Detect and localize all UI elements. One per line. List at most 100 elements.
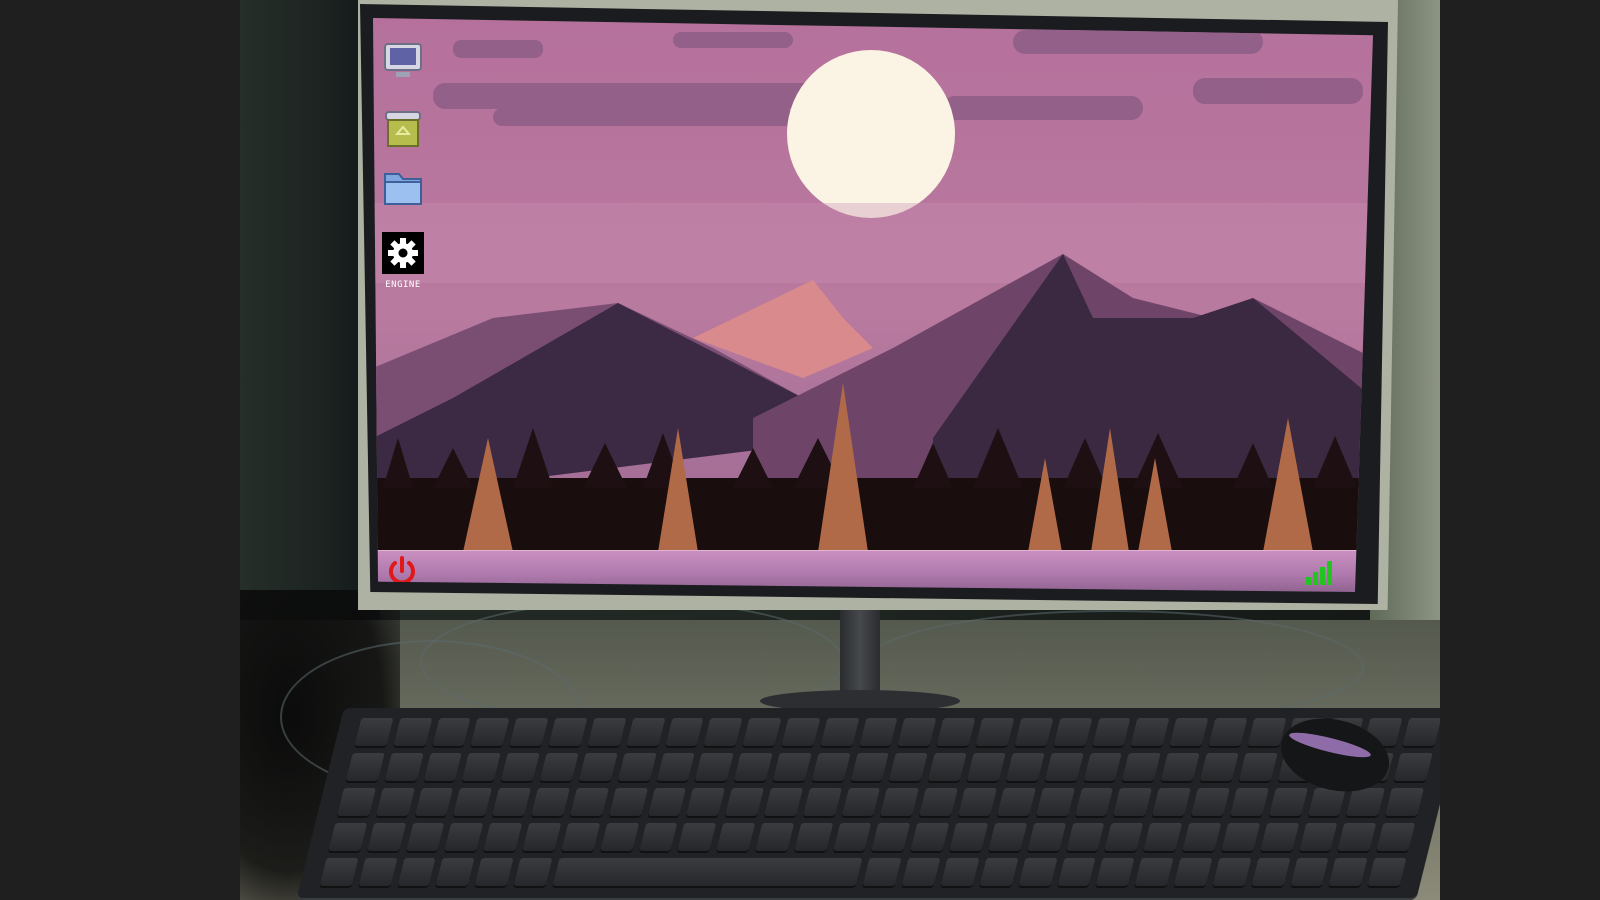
- keyboard-key: [638, 823, 678, 851]
- keyboard-key: [1199, 753, 1239, 781]
- keyboard-key: [716, 823, 756, 851]
- signal-bars-icon[interactable]: [1305, 561, 1333, 585]
- keyboard-key: [1027, 823, 1066, 851]
- keyboard-key: [1053, 718, 1093, 746]
- keyboard-key: [1083, 753, 1123, 781]
- keyboard-key: [600, 823, 639, 851]
- keyboard-key: [483, 823, 523, 851]
- keyboard-key: [358, 858, 398, 886]
- keyboard-key: [1122, 753, 1161, 781]
- keyboard-key: [1113, 788, 1153, 816]
- keyboard-key: [1376, 823, 1416, 851]
- keyboard-key: [470, 718, 510, 746]
- keyboard-key: [319, 858, 359, 886]
- keyboard-key: [548, 718, 588, 746]
- keyboard-key: [1130, 718, 1170, 746]
- keyboard-key: [569, 788, 609, 816]
- keyboard-key: [850, 753, 890, 781]
- keyboard-key: [949, 823, 989, 851]
- desk-scene: ENGINE: [240, 0, 1440, 900]
- keyboard-key: [1337, 823, 1377, 851]
- keyboard-key: [539, 753, 579, 781]
- keyboard-key: [531, 788, 570, 816]
- keyboard-key: [1402, 718, 1440, 746]
- keyboard-key: [975, 718, 1015, 746]
- keyboard-key: [871, 823, 911, 851]
- keyboard-key: [928, 753, 967, 781]
- haze: [373, 203, 1373, 283]
- keyboard-key: [1057, 858, 1096, 886]
- keyboard-key: [1191, 788, 1230, 816]
- keyboard-key: [1290, 858, 1329, 886]
- desktop-icon-folder[interactable]: [379, 166, 427, 208]
- keyboard-key: [1044, 753, 1084, 781]
- keyboard-key: [617, 753, 657, 781]
- keyboard-key: [436, 858, 475, 886]
- keyboard-key: [703, 718, 743, 746]
- keyboard-key: [966, 753, 1006, 781]
- keyboard-key: [552, 858, 864, 886]
- desktop-icon-computer[interactable]: [379, 40, 427, 82]
- keyboard-key: [367, 823, 406, 851]
- keyboard-key: [686, 788, 726, 816]
- keyboard-key: [1229, 788, 1269, 816]
- keyboard-key: [1143, 823, 1183, 851]
- keyboard-key: [492, 788, 532, 816]
- keyboard-key: [1095, 858, 1135, 886]
- keyboard-key: [1065, 823, 1105, 851]
- keyboard-key: [1238, 753, 1278, 781]
- keyboard-key: [772, 753, 812, 781]
- desktop-icon-engine[interactable]: ENGINE: [379, 232, 427, 290]
- keyboard-key: [1014, 718, 1054, 746]
- keyboard-key: [513, 858, 553, 886]
- keyboard-key: [1259, 823, 1299, 851]
- keyboard-key: [414, 788, 454, 816]
- keyboard-key: [647, 788, 687, 816]
- keyboard: [296, 708, 1440, 900]
- keyboard-key: [781, 718, 821, 746]
- keyboard-key: [811, 753, 851, 781]
- keyboard-key: [1328, 858, 1368, 886]
- engine-icon-label: ENGINE: [385, 280, 421, 290]
- keyboard-key: [1367, 858, 1407, 886]
- desktop-icon-recycle-bin[interactable]: [379, 108, 427, 150]
- keyboard-key: [1385, 788, 1424, 816]
- keyboard-key: [733, 753, 773, 781]
- keyboard-key: [608, 788, 648, 816]
- keyboard-key: [474, 858, 514, 886]
- keyboard-key: [1208, 718, 1248, 746]
- keyboard-key: [820, 718, 860, 746]
- keyboard-key: [910, 823, 950, 851]
- keyboard-key: [1307, 788, 1347, 816]
- keyboard-key: [462, 753, 501, 781]
- keyboard-key: [626, 718, 666, 746]
- keyboard-key: [725, 788, 765, 816]
- keyboard-key: [1298, 823, 1338, 851]
- keyboard-key: [1035, 788, 1075, 816]
- keyboard-key: [656, 753, 696, 781]
- keyboard-key: [375, 788, 415, 816]
- keyboard-key: [509, 718, 549, 746]
- keyboard-key: [1005, 753, 1045, 781]
- keyboard-key: [979, 858, 1019, 886]
- keyboard-key: [1018, 858, 1058, 886]
- keyboard-key: [958, 788, 997, 816]
- keyboard-key: [432, 718, 471, 746]
- folder-icon: [384, 173, 422, 205]
- keyboard-key: [863, 858, 902, 886]
- gear-icon: [382, 232, 424, 274]
- keyboard-key: [1173, 858, 1213, 886]
- keyboard-key: [578, 753, 618, 781]
- keyboard-key: [522, 823, 562, 851]
- keyboard-key: [587, 718, 627, 746]
- keyboard-key: [695, 753, 734, 781]
- keyboard-key: [384, 753, 424, 781]
- keyboard-key: [880, 788, 920, 816]
- keyboard-key: [393, 718, 433, 746]
- desktop-wallpaper: [373, 18, 1373, 552]
- keyboard-key: [764, 788, 803, 816]
- keyboard-key: [1346, 788, 1386, 816]
- keyboard-key: [889, 753, 929, 781]
- keyboard-key: [901, 858, 941, 886]
- recycle-bin-icon: [385, 111, 421, 147]
